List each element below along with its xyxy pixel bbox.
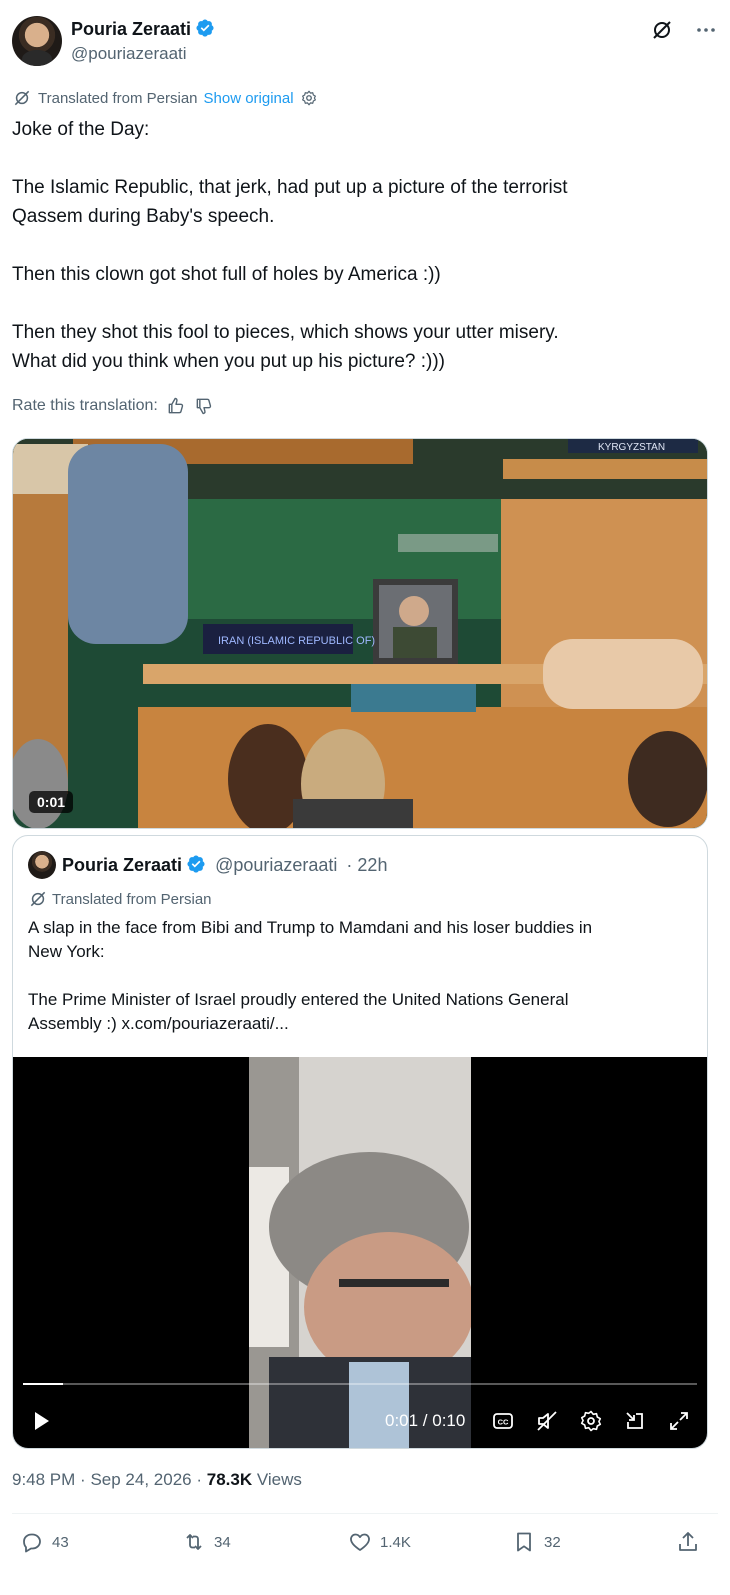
like-count: 1.4K [380, 1533, 411, 1551]
meta-separator: · [80, 1470, 86, 1489]
quoted-header: Pouria Zeraati @pouriazeraati · 22h [62, 854, 387, 876]
author-name[interactable]: Pouria Zeraati [71, 19, 191, 39]
verified-badge-icon [187, 855, 205, 873]
author-handle[interactable]: @pouriazeraati [71, 44, 187, 64]
grok-icon[interactable] [650, 18, 674, 42]
tweet-header: Pouria Zeraati @pouriazeraati [12, 16, 718, 68]
grok-translate-icon [14, 90, 30, 106]
tweet-line: The Islamic Republic, that jerk, had put… [12, 177, 568, 198]
tweet-date[interactable]: Sep 24, 2026 [90, 1470, 191, 1489]
divider [12, 1513, 718, 1514]
quoted-line: The Prime Minister of Israel proudly ent… [28, 990, 569, 1009]
quoted-video-player[interactable]: 0:01 / 0:10 CC [13, 1057, 707, 1448]
share-button[interactable] [676, 1530, 708, 1554]
video-progress-bar[interactable] [23, 1383, 697, 1385]
tweet-text: Joke of the Day: The Islamic Republic, t… [12, 115, 712, 376]
more-options-icon[interactable] [694, 18, 718, 42]
quoted-timestamp[interactable]: · 22h [346, 855, 387, 875]
quoted-text: A slap in the face from Bibi and Trump t… [28, 916, 693, 1036]
picture-in-picture-icon[interactable] [623, 1409, 647, 1433]
country-placard: IRAN (ISLAMIC REPUBLIC OF) [218, 635, 375, 647]
video-settings-icon[interactable] [579, 1409, 603, 1433]
tweet-line: What did you think when you put up his p… [12, 351, 446, 372]
author-name-row[interactable]: Pouria Zeraati [71, 18, 215, 40]
quoted-line: Assembly :) x.com/pouriazeraati/... [28, 1014, 289, 1033]
captions-icon[interactable]: CC [491, 1409, 515, 1433]
video-progress-fill [23, 1383, 64, 1385]
quoted-line: A slap in the face from Bibi and Trump t… [28, 918, 593, 937]
video-duration-badge: 0:01 [29, 791, 74, 813]
reply-icon [23, 1533, 41, 1553]
quoted-translated-label: Translated from Persian [52, 890, 212, 908]
views-count: 78.3K [206, 1470, 253, 1489]
author-avatar[interactable] [12, 16, 62, 66]
tweet-time[interactable]: 9:48 PM [12, 1470, 75, 1489]
repost-button[interactable]: 34 [182, 1530, 231, 1554]
views-label: Views [256, 1470, 302, 1489]
quoted-author-name[interactable]: Pouria Zeraati [62, 855, 182, 875]
quoted-author-avatar[interactable] [28, 851, 56, 879]
quoted-tweet[interactable]: Pouria Zeraati @pouriazeraati · 22h Tran… [12, 835, 708, 1449]
translated-label: Translated from Persian [38, 89, 198, 107]
translation-settings-icon[interactable] [300, 89, 318, 107]
meta-separator: · [196, 1470, 203, 1489]
share-icon [679, 1532, 697, 1551]
tweet-line: Then this clown got shot full of holes b… [12, 264, 441, 285]
tweet-line: Qassem during Baby's speech. [12, 206, 275, 227]
repost-icon [186, 1534, 202, 1550]
reply-count: 43 [52, 1533, 69, 1551]
play-icon[interactable] [29, 1409, 53, 1433]
action-bar: 43 34 1.4K 32 [12, 1528, 718, 1560]
video-frame [249, 1057, 471, 1448]
grok-translate-icon [30, 891, 46, 907]
mute-icon[interactable] [535, 1409, 559, 1433]
thumbs-up-icon[interactable] [166, 396, 186, 416]
quoted-line: New York: [28, 942, 105, 961]
tweet-line: Joke of the Day: [12, 119, 150, 140]
translation-notice: Translated from Persian Show original [12, 88, 318, 108]
video-time-readout: 0:01 / 0:10 [385, 1411, 466, 1430]
repost-count: 34 [214, 1533, 231, 1551]
tweet-line: Then they shot this fool to pieces, whic… [12, 322, 559, 343]
rate-label: Rate this translation: [12, 397, 158, 414]
fullscreen-icon[interactable] [667, 1409, 691, 1433]
quoted-translation-notice: Translated from Persian [28, 889, 212, 909]
video-thumbnail: KYRGYZSTAN IRAN (ISLAMIC REPUBLIC OF) [13, 439, 707, 828]
country-sign: KYRGYZSTAN [598, 442, 665, 453]
bookmark-count: 32 [544, 1533, 561, 1551]
thumbs-down-icon[interactable] [194, 396, 214, 416]
like-button[interactable]: 1.4K [348, 1530, 411, 1554]
svg-text:CC: CC [498, 1418, 509, 1427]
reply-button[interactable]: 43 [20, 1530, 69, 1554]
show-original-link[interactable]: Show original [204, 90, 294, 107]
quoted-author-handle[interactable]: @pouriazeraati [215, 855, 337, 875]
tweet-meta: 9:48 PM · Sep 24, 2026 · 78.3K Views [12, 1470, 302, 1490]
rate-translation: Rate this translation: [12, 396, 214, 416]
bookmark-icon [517, 1532, 531, 1552]
tweet-video[interactable]: KYRGYZSTAN IRAN (ISLAMIC REPUBLIC OF) 0:… [12, 438, 708, 829]
verified-badge-icon [196, 19, 214, 37]
bookmark-button[interactable]: 32 [512, 1530, 561, 1554]
heart-icon [350, 1533, 370, 1551]
